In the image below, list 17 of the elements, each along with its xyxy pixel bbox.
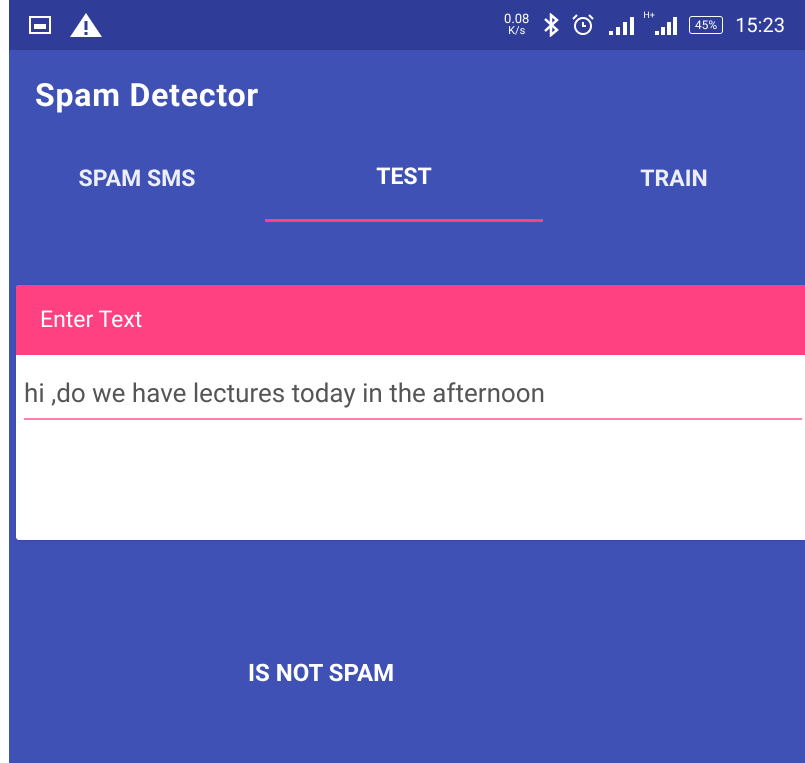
message-field[interactable]: hi ,do we have lectures today in the afternoon [24,375,802,420]
tab[interactable]: TRAIN [543,140,805,222]
card-title: Enter Text [40,304,142,335]
result-text: IS NOT SPAM [248,658,396,689]
clock: 15:23 [735,12,785,39]
warning-icon [69,12,103,38]
alarm-icon [571,13,596,37]
image-icon [29,16,51,34]
signal-icon [609,15,636,35]
signal-icon [654,15,677,35]
battery-indicator: 45% [688,16,724,34]
app-title: Spam Detector [35,75,259,116]
tab[interactable]: TEST [265,140,543,222]
tab[interactable]: SPAM SMS [9,140,265,222]
speed-unit: K/s [508,25,526,36]
network-type: H+ [643,10,655,23]
network-speed: 0.08 [504,14,530,25]
